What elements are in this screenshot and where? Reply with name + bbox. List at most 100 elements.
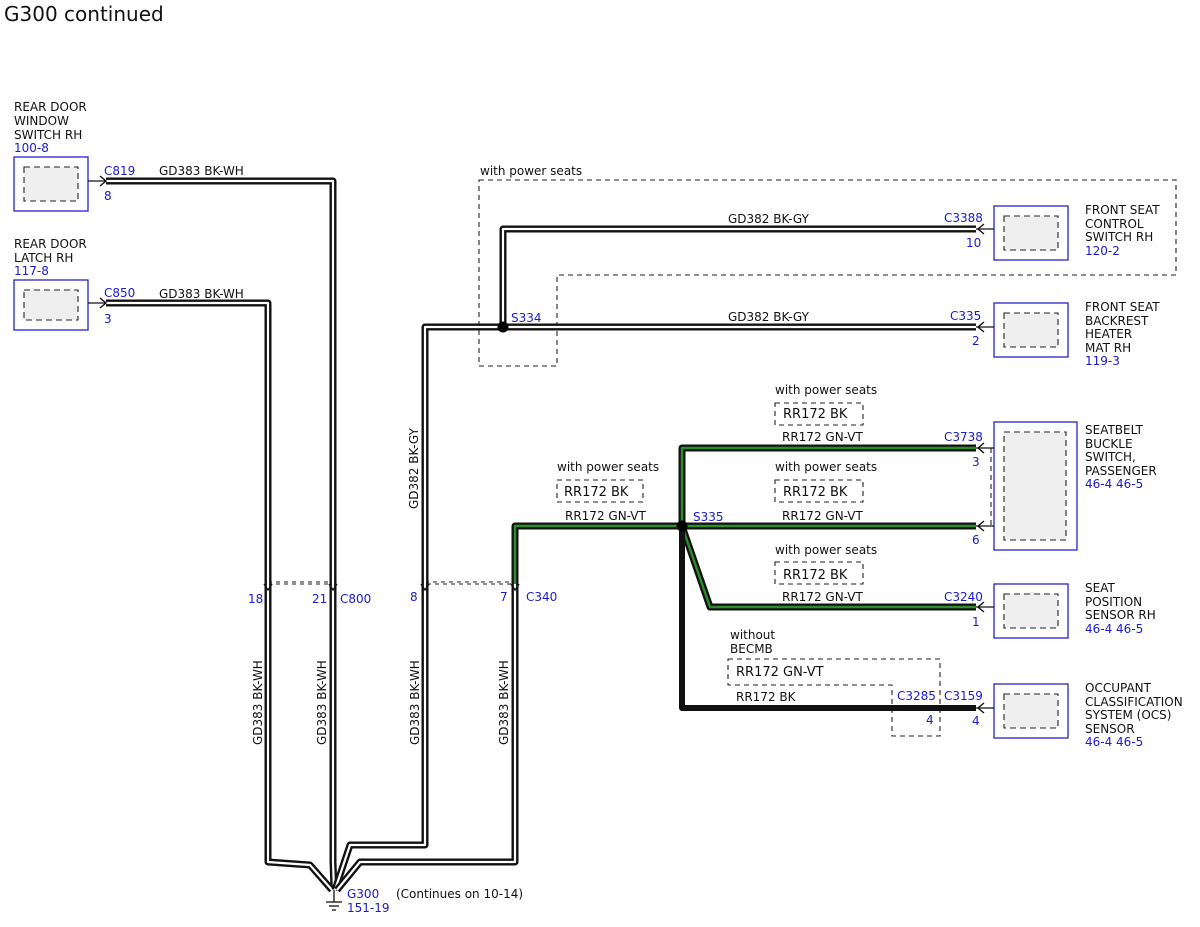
connector-c3738-label: C3738 xyxy=(944,430,983,444)
wire-gd383-c850 xyxy=(106,299,335,893)
component-ref: 46-4 46-5 xyxy=(1085,622,1143,636)
connector-c800-label: C800 xyxy=(340,592,371,606)
page-title: G300 continued xyxy=(4,2,164,26)
wire-label-rr172-gnvt-becmb: RR172 GN-VT xyxy=(736,665,824,680)
connector-c335-label: C335 xyxy=(950,309,981,323)
wire-label-rr172-bk-c3159: RR172 BK xyxy=(736,690,797,704)
connector-c340-label: C340 xyxy=(526,590,557,604)
power-seats-option-label: with power seats xyxy=(480,164,582,178)
wire-label-gd383-c850: GD383 BK-WH xyxy=(159,287,244,301)
component-name-line: FRONT SEAT xyxy=(1085,300,1160,314)
component-name-line: WINDOW xyxy=(14,114,69,128)
splice-s335-label: S335 xyxy=(693,510,724,524)
splice-s334-label: S334 xyxy=(511,311,542,325)
connector-c850-label: C850 xyxy=(104,286,135,300)
wire-label-rr172-bk-opt1: RR172 BK xyxy=(783,407,848,422)
power-seats-option-label-1: with power seats xyxy=(775,383,877,397)
component-ref: 46-4 46-5 xyxy=(1085,735,1143,749)
component-ref: 46-4 46-5 xyxy=(1085,477,1143,491)
wire-label-gd383-pin7: GD383 BK-WH xyxy=(497,660,511,745)
component-name-line: SWITCH RH xyxy=(1085,230,1153,244)
connector-c3388-pin: 10 xyxy=(966,236,981,250)
without-becmb-label-1: without xyxy=(730,628,775,642)
connector-c819-pin: 8 xyxy=(104,189,112,203)
component-inner xyxy=(1003,312,1059,348)
component-ref: 117-8 xyxy=(14,264,49,278)
connector-c800-pin21: 21 xyxy=(312,592,327,606)
connector-c3285-pin: 4 xyxy=(926,713,934,727)
ground-continues-note: (Continues on 10-14) xyxy=(396,887,523,901)
without-becmb-label-2: BECMB xyxy=(730,642,773,656)
connector-c340-pin8: 8 xyxy=(410,590,418,604)
component-name-line: SEATBELT xyxy=(1085,423,1144,437)
component-ref: 100-8 xyxy=(14,141,49,155)
component-name-line: CLASSIFICATION xyxy=(1085,695,1183,709)
component-name-line: BUCKLE xyxy=(1085,437,1133,451)
component-name-line: CONTROL xyxy=(1085,217,1144,231)
connector-c3159-pin: 4 xyxy=(972,714,980,728)
wire-label-rr172-c340: RR172 GN-VT xyxy=(565,509,647,523)
component-inner xyxy=(1003,431,1067,541)
wire-rr172-c340 xyxy=(511,522,682,584)
wire-label-rr172-bk-opt2: RR172 BK xyxy=(564,485,629,500)
component-name-line: FRONT SEAT xyxy=(1085,203,1160,217)
component-name-line: SWITCH, xyxy=(1085,450,1136,464)
connector-c800-shell xyxy=(267,581,334,585)
component-name-line: SYSTEM (OCS) xyxy=(1085,708,1171,722)
component-name-line: OCCUPANT xyxy=(1085,681,1152,695)
connector-c3159-label: C3159 xyxy=(944,689,983,703)
connector-c340-pin7: 7 xyxy=(500,590,508,604)
connector-c335-pin: 2 xyxy=(972,334,980,348)
component-name-line: SENSOR RH xyxy=(1085,608,1156,622)
component-inner xyxy=(23,289,79,321)
wire-label-gd383-pin21: GD383 BK-WH xyxy=(315,660,329,745)
connector-c3388-label: C3388 xyxy=(944,211,983,225)
wire-label-gd383-c819: GD383 BK-WH xyxy=(159,164,244,178)
component-name-line: MAT RH xyxy=(1085,341,1131,355)
wire-label-gd383-pin18: GD383 BK-WH xyxy=(251,660,265,745)
wire-label-rr172-c3240: RR172 GN-VT xyxy=(782,590,864,604)
wire-label-rr172-bk-opt4: RR172 BK xyxy=(783,568,848,583)
splice-s334 xyxy=(497,321,509,333)
connector-c850-pin: 3 xyxy=(104,312,112,326)
connector-c3738-pin6: 6 xyxy=(972,533,980,547)
power-seats-option-label-4: with power seats xyxy=(775,543,877,557)
power-seats-option-label-3: with power seats xyxy=(775,460,877,474)
component-inner xyxy=(1003,215,1059,251)
power-seats-option-region xyxy=(478,179,1177,367)
component-name-line: REAR DOOR xyxy=(14,100,87,114)
splice-s335 xyxy=(676,520,688,532)
connector-c3240-pin: 1 xyxy=(972,615,980,629)
component-name-line: SWITCH RH xyxy=(14,128,82,142)
wiring-diagram: G300 continued with power seats with pow… xyxy=(4,2,1183,915)
component-name-line: HEATER xyxy=(1085,327,1132,341)
wire-label-gd382-c3388: GD382 BK-GY xyxy=(728,212,810,226)
component-name-line: BACKREST xyxy=(1085,314,1149,328)
connector-c3738-pin3: 3 xyxy=(972,455,980,469)
ground-g300-ref: 151-19 xyxy=(347,901,390,915)
component-inner xyxy=(1003,693,1059,729)
ground-g300-label: G300 xyxy=(347,887,379,901)
wire-label-rr172-c3738-pin3: RR172 GN-VT xyxy=(782,430,864,444)
connector-c3240-label: C3240 xyxy=(944,590,983,604)
component-name-line: REAR DOOR xyxy=(14,237,87,251)
component-name-line: LATCH RH xyxy=(14,251,73,265)
wire-label-gd382-c335: GD382 BK-GY xyxy=(728,310,810,324)
component-name-line: SENSOR xyxy=(1085,722,1135,736)
connector-c340-shell xyxy=(424,581,516,585)
ground-g300-symbol xyxy=(326,890,342,911)
component-inner xyxy=(23,166,79,202)
component-name-line: SEAT xyxy=(1085,581,1115,595)
component-ref: 120-2 xyxy=(1085,244,1120,258)
component-name-line: PASSENGER xyxy=(1085,464,1157,478)
wire-label-gd383-pin8: GD383 BK-WH xyxy=(408,660,422,745)
component-ref: 119-3 xyxy=(1085,354,1120,368)
wire-label-rr172-bk-opt3: RR172 BK xyxy=(783,485,848,500)
connector-c819-label: C819 xyxy=(104,164,135,178)
wire-label-gd382-vertical: GD382 BK-GY xyxy=(407,427,421,509)
connector-c800-pin18: 18 xyxy=(248,592,263,606)
connector-c3285-label: C3285 xyxy=(897,689,936,703)
power-seats-option-label-2: with power seats xyxy=(557,460,659,474)
wire-label-rr172-c3738-pin6: RR172 GN-VT xyxy=(782,509,864,523)
component-name-line: POSITION xyxy=(1085,595,1142,609)
